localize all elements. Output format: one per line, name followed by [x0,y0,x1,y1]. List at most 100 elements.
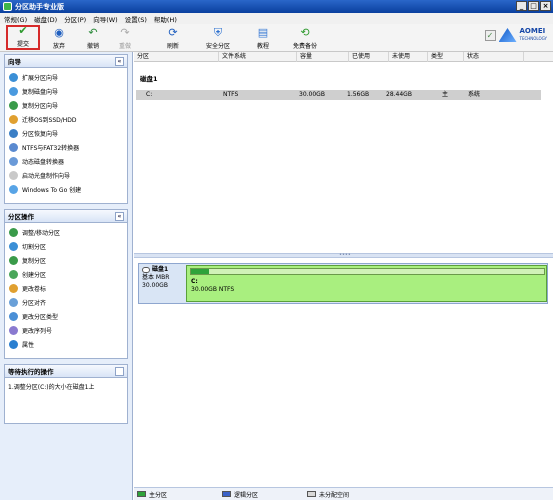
windows-to-go-icon [9,184,18,194]
legend-unallocated: 未分配空间 [307,490,349,499]
menu-help[interactable]: 帮助(H) [154,14,177,24]
collapse-icon[interactable]: « [115,56,124,66]
submit-button[interactable]: ✔ 提交 [6,24,40,50]
op-item-properties[interactable]: 属性 [5,337,127,351]
col-used[interactable]: 已使用 [349,52,389,62]
wizard-panel: 向导 « 扩展分区向导 复制磁盘向导 复制分区向导 迁移OS到SSD/HDD 分… [4,54,128,204]
col-filesystem[interactable]: 文件系统 [219,52,297,62]
wizard-item-boot-cd[interactable]: 启动光盘制作向导 [5,168,127,182]
dynamic-disk-icon [9,156,18,166]
discard-label: 放弃 [52,43,65,50]
redo-label: 重做 [118,43,131,50]
align-icon [9,297,18,307]
copy-partition-icon [9,100,18,110]
legend-swatch-unallocated [307,491,316,497]
wizard-item-ntfs-fat32[interactable]: NTFS与FAT32转换器 [5,140,127,154]
op-item-type[interactable]: 更改分区类型 [5,309,127,323]
op-item-split[interactable]: 切割分区 [5,239,127,253]
grip-icon: •••• [339,252,351,258]
op-item-align[interactable]: 分区对齐 [5,295,127,309]
wizard-panel-header[interactable]: 向导 « [5,55,127,68]
free-backup-button[interactable]: ⟲ 免费备份 [288,25,322,50]
menu-wizard[interactable]: 向导(W) [93,14,118,24]
discard-icon: ◉ [54,26,64,39]
cell-status: 系统 [468,91,481,98]
table-row[interactable]: C: NTFS 30.00GB 1.56GB 28.44GB 主 系统 [136,90,541,100]
op-item-copy[interactable]: 复制分区 [5,253,127,267]
aomei-logo-icon [498,28,517,42]
cell-partition: C: [146,91,153,98]
col-type[interactable]: 类型 [428,52,464,62]
extend-partition-icon [9,72,18,82]
col-partition[interactable]: 分区 [134,52,219,62]
wizard-item-dynamic-disk[interactable]: 动态磁盘转换器 [5,154,127,168]
op-item-create[interactable]: 创建分区 [5,267,127,281]
menu-settings[interactable]: 设置(S) [125,14,147,24]
partition-ops-title: 分区操作 [8,213,34,221]
split-icon [9,241,18,251]
cell-type: 主 [442,91,449,98]
hard-disk-icon [142,267,150,273]
collapse-icon[interactable]: « [115,211,124,221]
legend-swatch-primary [137,491,146,497]
tutorial-button[interactable]: ▤ 教程 [248,25,278,50]
col-capacity[interactable]: 容量 [297,52,349,62]
safe-partition-button[interactable]: ⛨ 安全分区 [200,25,236,50]
op-item-resize[interactable]: 调整/移动分区 [5,225,127,239]
disk-map[interactable]: 磁盘1 基本 MBR 30.00GB C: 30.00GB NTFS [138,263,548,304]
col-status[interactable]: 状态 [464,52,524,62]
menu-general[interactable]: 常规(G) [4,14,27,24]
op-item-label[interactable]: 更改卷标 [5,281,127,295]
menu-partition[interactable]: 分区(P) [64,14,86,24]
app-icon [3,2,12,11]
disk-label: 磁盘1 [140,75,158,83]
submit-label: 提交 [16,41,29,48]
col-free[interactable]: 未使用 [389,52,428,62]
disk-map-area: 磁盘1 基本 MBR 30.00GB C: 30.00GB NTFS [134,258,553,487]
pending-panel: 等待执行的操作 1.调整分区(C:)的大小在磁盘1上 [4,364,128,424]
window-title: 分区助手专业版 [15,2,64,11]
cell-free: 28.44GB [386,91,412,98]
menu-disk[interactable]: 磁盘(D) [34,14,57,24]
wizard-item-migrate-os[interactable]: 迁移OS到SSD/HDD [5,112,127,126]
usage-fill [191,269,210,274]
close-button[interactable]: × [540,1,551,11]
checkmark-icon: ✔ [18,24,28,37]
disk-info: 磁盘1 基本 MBR 30.00GB [142,266,187,290]
wizard-item-copy-disk[interactable]: 复制磁盘向导 [5,84,127,98]
pending-item: 1.调整分区(C:)的大小在磁盘1上 [8,383,95,391]
undo-icon: ↶ [88,26,98,39]
check-icon[interactable]: ✓ [484,29,496,41]
undo-label: 撤销 [86,43,99,50]
refresh-icon: ⟳ [168,26,178,39]
partition-ops-header[interactable]: 分区操作 « [5,210,127,223]
copy-disk-icon [9,86,18,96]
tutorial-label: 教程 [256,43,269,50]
undo-button[interactable]: ↶ 撤销 [78,25,108,50]
migrate-os-icon [9,114,18,124]
wizard-panel-title: 向导 [8,58,21,66]
refresh-label: 刷新 [166,43,179,50]
redo-button[interactable]: ↷ 重做 [110,25,140,50]
brand: ✓ AOMEI TECHNOLOGY [484,27,548,42]
partition-block[interactable]: C: 30.00GB NTFS [186,265,547,302]
menu-bar: 常规(G) 磁盘(D) 分区(P) 向导(W) 设置(S) 帮助(H) [0,13,553,24]
op-item-serial[interactable]: 更改序列号 [5,323,127,337]
free-backup-label: 免费备份 [292,43,317,50]
wizard-item-copy-partition[interactable]: 复制分区向导 [5,98,127,112]
wizard-item-recovery[interactable]: 分区恢复向导 [5,126,127,140]
legend-swatch-logical [222,491,231,497]
cd-icon [9,170,18,180]
maximize-button[interactable]: □ [528,1,539,11]
minimize-button[interactable]: _ [516,1,527,11]
refresh-button[interactable]: ⟳ 刷新 [158,25,188,50]
disk-type: 基本 MBR [142,274,170,281]
copy-icon [9,255,18,265]
wizard-item-extend[interactable]: 扩展分区向导 [5,70,127,84]
partition-name: C: [191,278,198,285]
pending-toggle[interactable] [115,366,124,376]
brand-text: AOMEI TECHNOLOGY [519,27,548,42]
wizard-item-windows-to-go[interactable]: Windows To Go 创建 [5,182,127,196]
discard-button[interactable]: ◉ 放弃 [44,25,74,50]
info-icon [9,339,18,349]
